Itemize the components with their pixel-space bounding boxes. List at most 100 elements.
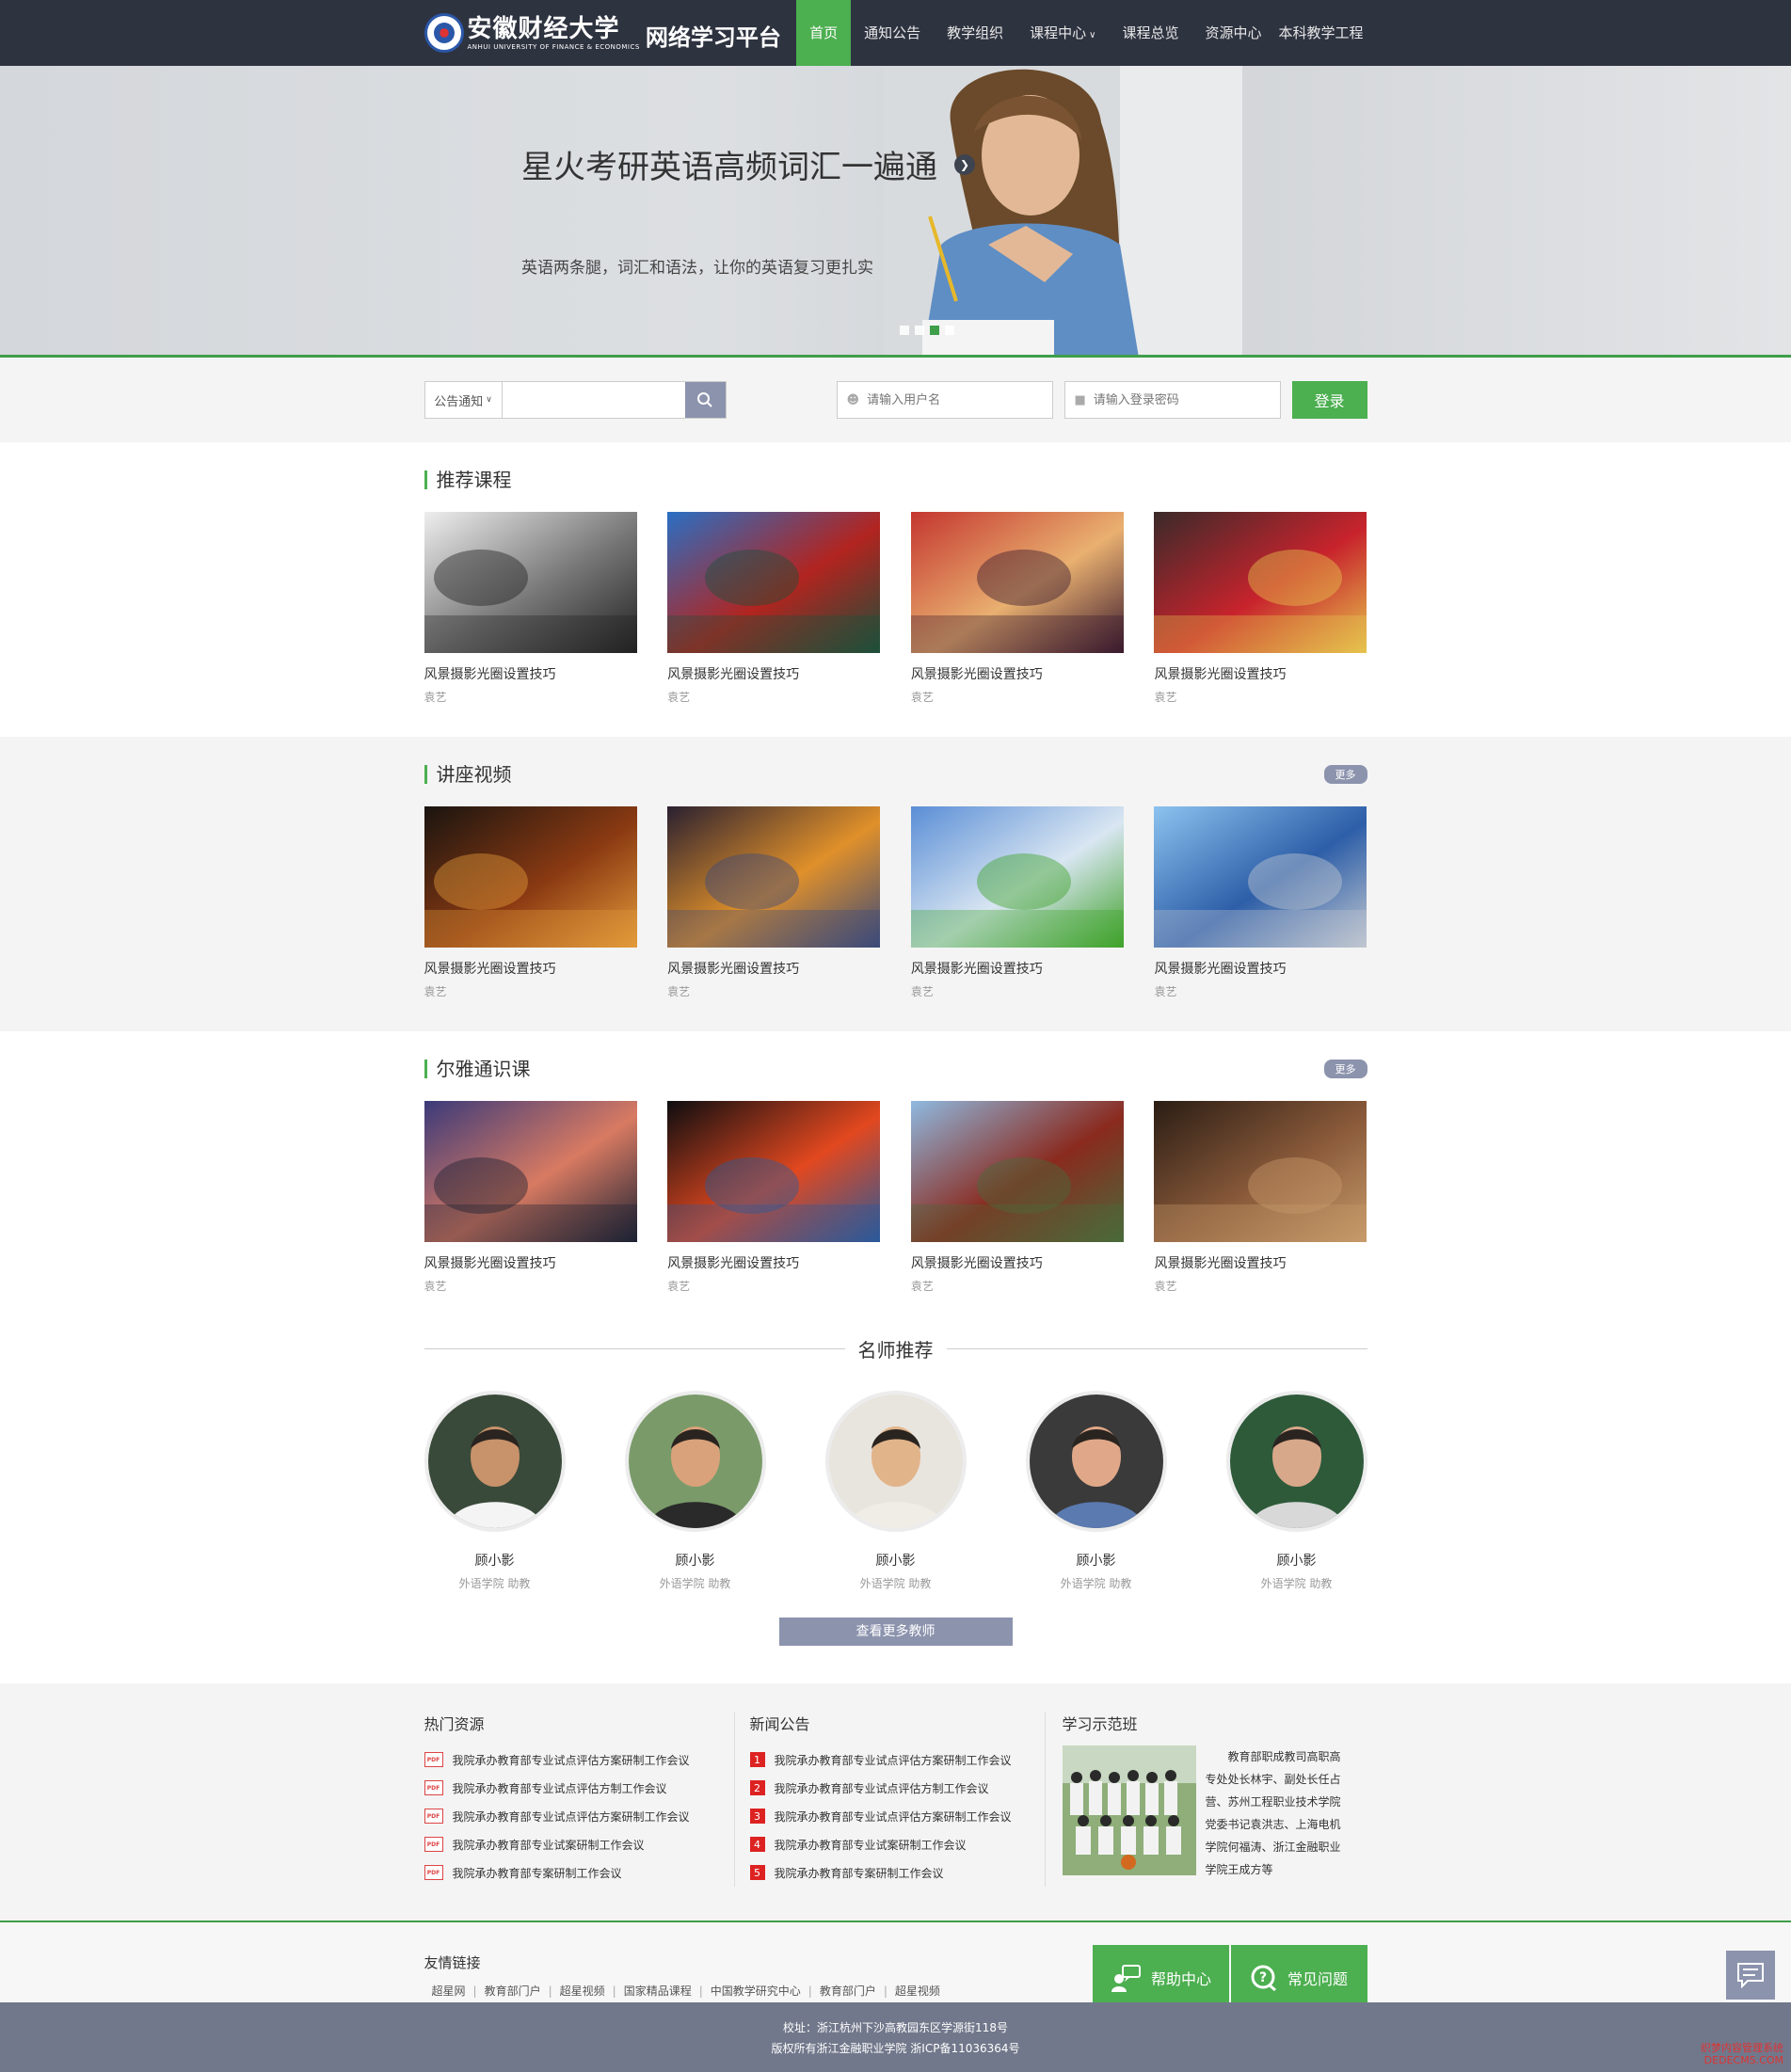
password-input[interactable] xyxy=(1093,392,1263,407)
site-logo[interactable]: 安徽财经大学 ANHUI UNIVERSITY OF FINANCE & ECO… xyxy=(424,13,790,53)
course-card[interactable]: 风景摄影光圈设置技巧 袁艺 xyxy=(910,512,1124,705)
course-title[interactable]: 风景摄影光圈设置技巧 xyxy=(667,959,880,978)
login-button[interactable]: 登录 xyxy=(1291,381,1367,419)
more-teachers-button[interactable]: 查看更多教师 xyxy=(778,1618,1013,1646)
course-card[interactable]: 风景摄影光圈设置技巧 袁艺 xyxy=(667,806,881,999)
course-card[interactable]: 风景摄影光圈设置技巧 袁艺 xyxy=(1154,806,1367,999)
more-button[interactable]: 更多 xyxy=(1323,765,1367,784)
course-thumbnail[interactable] xyxy=(667,512,881,653)
nav-notices[interactable]: 通知公告 xyxy=(851,0,934,66)
course-title[interactable]: 风景摄影光圈设置技巧 xyxy=(1154,1253,1367,1272)
course-title[interactable]: 风景摄影光圈设置技巧 xyxy=(911,664,1124,683)
feedback-float-button[interactable] xyxy=(1726,1951,1775,2000)
nav-teaching-org[interactable]: 教学组织 xyxy=(934,0,1016,66)
nav-home[interactable]: 首页 xyxy=(796,0,852,66)
teacher-card[interactable]: 顾小影 外语学院 助教 xyxy=(824,1391,967,1591)
teacher-avatar[interactable] xyxy=(1225,1391,1367,1532)
slide-dot[interactable] xyxy=(915,326,924,335)
resource-title[interactable]: 我院承办教育部专业试点评估方案研制工作会议 xyxy=(453,1752,690,1768)
news-title[interactable]: 我院承办教育部专业试点评估方案研制工作会议 xyxy=(775,1809,1012,1825)
banner-next-arrow-icon[interactable]: ❯ xyxy=(954,153,975,175)
news-item[interactable]: 2 我院承办教育部专业试点评估方制工作会议 xyxy=(749,1774,1026,1802)
course-title[interactable]: 风景摄影光圈设置技巧 xyxy=(667,1253,880,1272)
news-title[interactable]: 我院承办教育部专案研制工作会议 xyxy=(775,1865,944,1881)
course-card[interactable]: 风景摄影光圈设置技巧 袁艺 xyxy=(667,1101,881,1294)
teacher-card[interactable]: 顾小影 外语学院 助教 xyxy=(1225,1391,1367,1591)
nav-course-center[interactable]: 课程中心 ∨ xyxy=(1016,0,1109,66)
teacher-card[interactable]: 顾小影 外语学院 助教 xyxy=(424,1391,566,1591)
slide-dot[interactable] xyxy=(945,326,954,335)
help-center-button[interactable]: 帮助中心 xyxy=(1092,1945,1229,2011)
resource-title[interactable]: 我院承办教育部专业试案研制工作会议 xyxy=(453,1837,645,1853)
more-button[interactable]: 更多 xyxy=(1323,1060,1367,1078)
news-title[interactable]: 我院承办教育部专业试点评估方制工作会议 xyxy=(775,1780,989,1796)
course-title[interactable]: 风景摄影光圈设置技巧 xyxy=(1154,664,1367,683)
course-card[interactable]: 风景摄影光圈设置技巧 袁艺 xyxy=(424,512,637,705)
nav-resource-center[interactable]: 资源中心 xyxy=(1191,0,1274,66)
news-item[interactable]: 3 我院承办教育部专业试点评估方案研制工作会议 xyxy=(749,1802,1026,1830)
teacher-avatar[interactable] xyxy=(624,1391,766,1532)
search-input[interactable] xyxy=(502,382,685,418)
hero-banner[interactable]: 星火考研英语高频词汇一遍通 ❯ 英语两条腿，词汇和语法，让你的英语复习更扎实 xyxy=(0,66,1791,358)
news-title[interactable]: 我院承办教育部专业试案研制工作会议 xyxy=(775,1837,967,1853)
resource-title[interactable]: 我院承办教育部专业试点评估方制工作会议 xyxy=(453,1780,667,1796)
news-title[interactable]: 我院承办教育部专业试点评估方案研制工作会议 xyxy=(775,1752,1012,1768)
course-title[interactable]: 风景摄影光圈设置技巧 xyxy=(911,1253,1124,1272)
demo-class-group-photo[interactable] xyxy=(1062,1745,1196,1875)
resource-item[interactable]: PDF 我院承办教育部专业试案研制工作会议 xyxy=(424,1830,715,1858)
teacher-avatar[interactable] xyxy=(824,1391,967,1532)
resource-item[interactable]: PDF 我院承办教育部专案研制工作会议 xyxy=(424,1858,715,1887)
course-title[interactable]: 风景摄影光圈设置技巧 xyxy=(667,664,880,683)
course-title[interactable]: 风景摄影光圈设置技巧 xyxy=(1154,959,1367,978)
course-card[interactable]: 风景摄影光圈设置技巧 袁艺 xyxy=(1154,1101,1367,1294)
course-title[interactable]: 风景摄影光圈设置技巧 xyxy=(424,664,637,683)
search-type-select[interactable]: 公告通知 ∨ xyxy=(425,382,503,418)
friendly-link[interactable]: 教育部门户 xyxy=(485,1984,541,1998)
username-input[interactable] xyxy=(867,392,1037,407)
nav-course-overview[interactable]: 课程总览 xyxy=(1109,0,1191,66)
news-item[interactable]: 4 我院承办教育部专业试案研制工作会议 xyxy=(749,1830,1026,1858)
nav-undergrad-project[interactable]: 本科教学工程 xyxy=(1274,0,1367,66)
course-card[interactable]: 风景摄影光圈设置技巧 袁艺 xyxy=(910,806,1124,999)
course-thumbnail[interactable] xyxy=(1154,1101,1367,1242)
course-thumbnail[interactable] xyxy=(1154,806,1367,948)
resource-item[interactable]: PDF 我院承办教育部专业试点评估方制工作会议 xyxy=(424,1774,715,1802)
friendly-link[interactable]: 超星视频 xyxy=(560,1984,605,1998)
faq-button[interactable]: ? 常见问题 xyxy=(1230,1945,1367,2011)
teacher-card[interactable]: 顾小影 外语学院 助教 xyxy=(624,1391,766,1591)
news-item[interactable]: 1 我院承办教育部专业试点评估方案研制工作会议 xyxy=(749,1745,1026,1774)
course-thumbnail[interactable] xyxy=(1154,512,1367,653)
course-title[interactable]: 风景摄影光圈设置技巧 xyxy=(424,959,637,978)
search-button[interactable] xyxy=(684,382,726,418)
slide-dot-active[interactable] xyxy=(930,326,939,335)
teacher-avatar[interactable] xyxy=(424,1391,566,1532)
teacher-card[interactable]: 顾小影 外语学院 助教 xyxy=(1025,1391,1167,1591)
resource-item[interactable]: PDF 我院承办教育部专业试点评估方案研制工作会议 xyxy=(424,1802,715,1830)
resource-title[interactable]: 我院承办教育部专业试点评估方案研制工作会议 xyxy=(453,1809,690,1825)
course-card[interactable]: 风景摄影光圈设置技巧 袁艺 xyxy=(424,806,637,999)
course-card[interactable]: 风景摄影光圈设置技巧 袁艺 xyxy=(910,1101,1124,1294)
course-thumbnail[interactable] xyxy=(424,806,637,948)
course-thumbnail[interactable] xyxy=(910,1101,1124,1242)
teacher-avatar[interactable] xyxy=(1025,1391,1167,1532)
resource-item[interactable]: PDF 我院承办教育部专业试点评估方案研制工作会议 xyxy=(424,1745,715,1774)
course-thumbnail[interactable] xyxy=(910,512,1124,653)
course-card[interactable]: 风景摄影光圈设置技巧 袁艺 xyxy=(424,1101,637,1294)
course-title[interactable]: 风景摄影光圈设置技巧 xyxy=(911,959,1124,978)
news-item[interactable]: 5 我院承办教育部专案研制工作会议 xyxy=(749,1858,1026,1887)
friendly-link[interactable]: 超星视频 xyxy=(895,1984,940,1998)
course-title[interactable]: 风景摄影光圈设置技巧 xyxy=(424,1253,637,1272)
course-thumbnail[interactable] xyxy=(667,1101,881,1242)
course-thumbnail[interactable] xyxy=(667,806,881,948)
course-card[interactable]: 风景摄影光圈设置技巧 袁艺 xyxy=(667,512,881,705)
course-thumbnail[interactable] xyxy=(910,806,1124,948)
friendly-link[interactable]: 教育部门户 xyxy=(820,1984,876,1998)
resource-title[interactable]: 我院承办教育部专案研制工作会议 xyxy=(453,1865,622,1881)
course-thumbnail[interactable] xyxy=(424,1101,637,1242)
friendly-link[interactable]: 国家精品课程 xyxy=(624,1984,692,1998)
friendly-link[interactable]: 超星网 xyxy=(432,1984,466,1998)
slide-dot[interactable] xyxy=(900,326,909,335)
friendly-link[interactable]: 中国教学研究中心 xyxy=(711,1984,801,1998)
course-card[interactable]: 风景摄影光圈设置技巧 袁艺 xyxy=(1154,512,1367,705)
course-thumbnail[interactable] xyxy=(424,512,637,653)
